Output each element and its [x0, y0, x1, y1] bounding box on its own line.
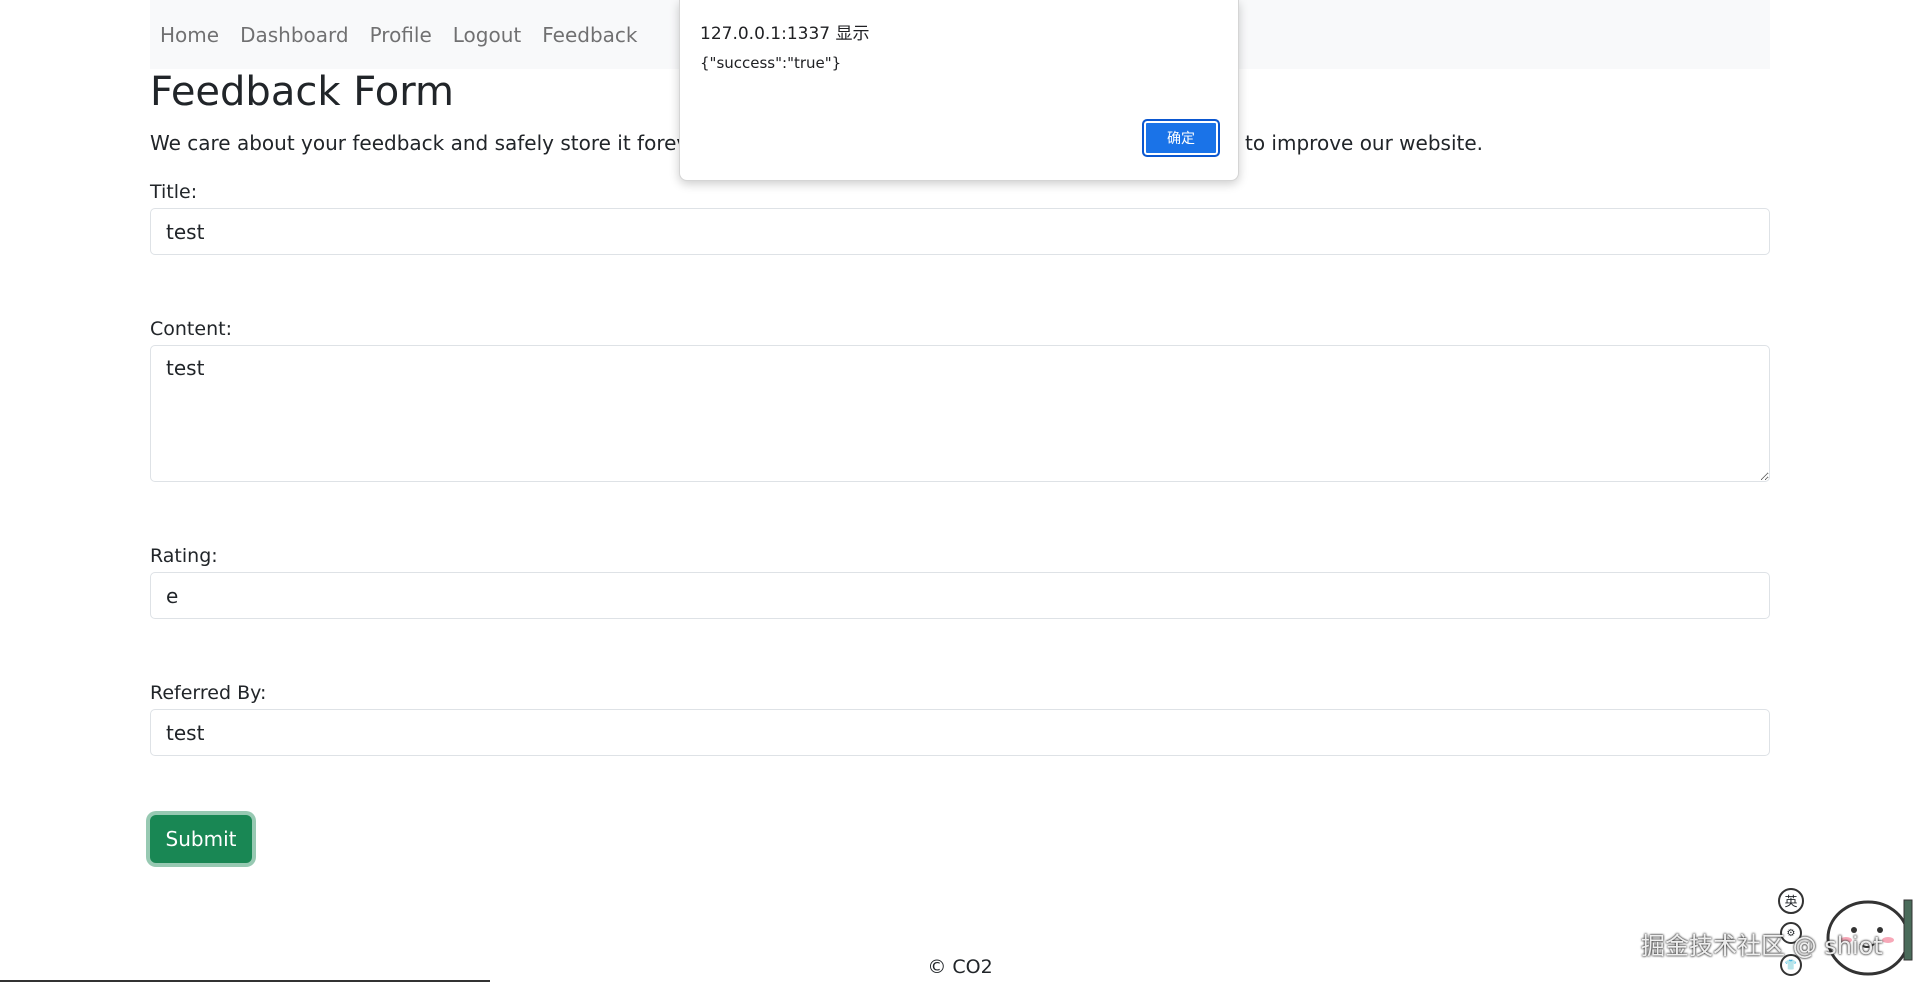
bottom-divider: [0, 980, 490, 982]
alert-message: {"success":"true"}: [700, 54, 842, 72]
intro-text-tail: to improve our website.: [1245, 131, 1484, 155]
title-label: Title:: [150, 181, 198, 203]
nav-home[interactable]: Home: [160, 25, 219, 45]
title-input[interactable]: [150, 208, 1770, 255]
ime-language-icon[interactable]: 英: [1778, 888, 1804, 914]
referred-by-label: Referred By:: [150, 682, 267, 704]
watermark-text: 掘金技术社区 @ shiot: [1641, 932, 1883, 960]
submit-button[interactable]: Submit: [150, 815, 252, 863]
alert-origin: 127.0.0.1:1337 显示: [700, 24, 870, 44]
rating-input[interactable]: [150, 572, 1770, 619]
alert-dialog: 127.0.0.1:1337 显示 {"success":"true"} 确定: [679, 0, 1239, 181]
nav-logout[interactable]: Logout: [453, 25, 521, 45]
rating-label: Rating:: [150, 545, 218, 567]
nav-feedback[interactable]: Feedback: [542, 25, 637, 45]
intro-text: We care about your feedback and safely s…: [150, 129, 709, 157]
nav-dashboard[interactable]: Dashboard: [240, 25, 349, 45]
footer-copyright: © CO2: [927, 956, 993, 978]
content-label: Content:: [150, 318, 232, 340]
nav-profile[interactable]: Profile: [370, 25, 432, 45]
page-title: Feedback Form: [150, 69, 454, 115]
alert-ok-button[interactable]: 确定: [1142, 119, 1220, 157]
referred-by-input[interactable]: [150, 709, 1770, 756]
content-textarea[interactable]: test: [150, 345, 1770, 482]
intro-text-start: We care about your feedback and safely s…: [150, 131, 709, 155]
